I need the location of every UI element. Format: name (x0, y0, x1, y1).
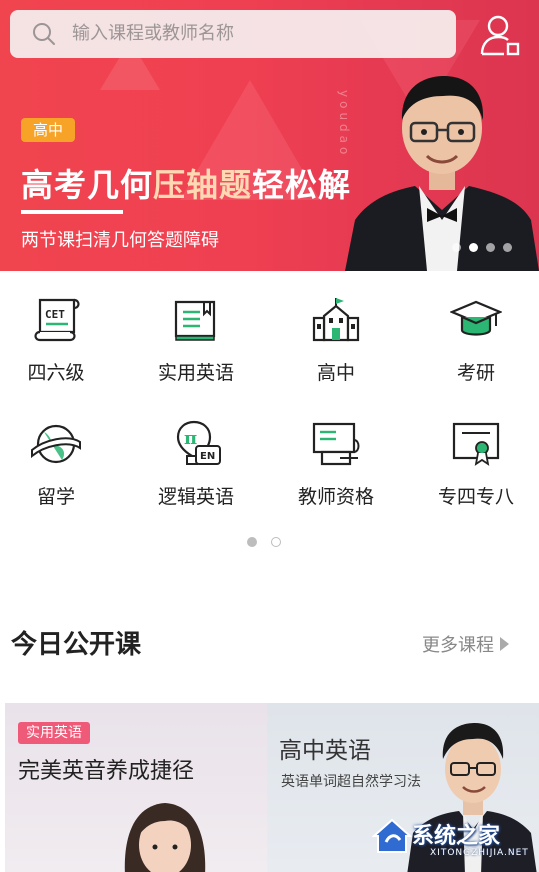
book-icon (174, 300, 216, 341)
category-label: 实用英语 (157, 362, 234, 384)
svg-text:π: π (184, 428, 197, 449)
course-subtitle: 英语单词超自然学习法 (281, 774, 421, 790)
site-watermark-logo: 系统之家 XITONGZHIJIA.NET (372, 812, 532, 864)
certificate-icon (452, 422, 500, 466)
hero-banner[interactable]: youdao 输入课程或教师名称 高中 高考几何压轴题轻松解 两节课扫清几何答题… (0, 0, 539, 271)
course-title: 完美英音养成捷径 (18, 759, 195, 784)
category-label: 高中 (316, 362, 355, 384)
category-logic-english[interactable]: π EN 逻辑英语 (136, 420, 256, 509)
banner-category-tag: 高中 (21, 118, 76, 142)
category-cet[interactable]: CET 四六级 (0, 296, 116, 385)
svg-text:EN: EN (200, 451, 215, 462)
course-tag: 实用英语 (18, 722, 90, 744)
house-logo-icon (372, 818, 412, 853)
course-title: 高中英语 (279, 738, 371, 764)
page-dot[interactable] (486, 243, 495, 252)
category-tem[interactable]: 专四专八 (416, 420, 536, 509)
search-bar[interactable]: 输入课程或教师名称 (10, 10, 456, 58)
category-label: 考研 (456, 362, 495, 384)
search-input[interactable]: 输入课程或教师名称 (72, 22, 234, 46)
category-label: 四六级 (27, 362, 85, 384)
globe-icon (31, 424, 81, 464)
school-building-icon (312, 298, 360, 342)
teacher-photo (345, 76, 539, 271)
banner-subheadline: 两节课扫清几何答题障碍 (21, 230, 219, 251)
presentation-board-icon (312, 422, 360, 466)
page-dot[interactable] (271, 537, 281, 547)
category-pagination[interactable] (247, 537, 281, 547)
user-profile-icon[interactable] (478, 12, 524, 58)
banner-pagination[interactable] (452, 243, 512, 252)
category-high-school[interactable]: 高中 (276, 296, 396, 385)
category-practical-english[interactable]: 实用英语 (136, 296, 256, 385)
banner-headline: 高考几何压轴题轻松解 (21, 166, 352, 204)
category-label: 逻辑英语 (157, 486, 234, 508)
page-dot[interactable] (452, 243, 461, 252)
cet-scroll-icon: CET (34, 298, 80, 342)
lightbulb-pi-icon: π EN (176, 420, 221, 465)
watermark-url: XITONGZHIJIA.NET (430, 848, 529, 858)
page-dot[interactable] (503, 243, 512, 252)
page-dot-active[interactable] (469, 243, 478, 252)
more-courses-link[interactable]: 更多课程 (422, 631, 509, 657)
page-dot-active[interactable] (247, 537, 257, 547)
category-label: 专四专八 (437, 486, 514, 508)
more-courses-label: 更多课程 (422, 635, 494, 656)
category-label: 留学 (36, 486, 75, 508)
watermark-brand: 系统之家 (412, 824, 501, 849)
svg-text:CET: CET (45, 308, 65, 321)
search-icon (33, 23, 55, 45)
chevron-right-icon (500, 637, 509, 651)
section-title: 今日公开课 (11, 630, 142, 660)
headline-underline (21, 210, 123, 214)
category-study-abroad[interactable]: 留学 (0, 420, 116, 509)
category-teacher-cert[interactable]: 教师资格 (276, 420, 396, 509)
category-postgraduate[interactable]: 考研 (416, 296, 536, 385)
category-label: 教师资格 (297, 486, 374, 508)
graduation-cap-icon (450, 300, 502, 336)
instructor-photo (124, 803, 206, 872)
course-card[interactable]: 实用英语 完美英音养成捷径 (5, 703, 267, 872)
